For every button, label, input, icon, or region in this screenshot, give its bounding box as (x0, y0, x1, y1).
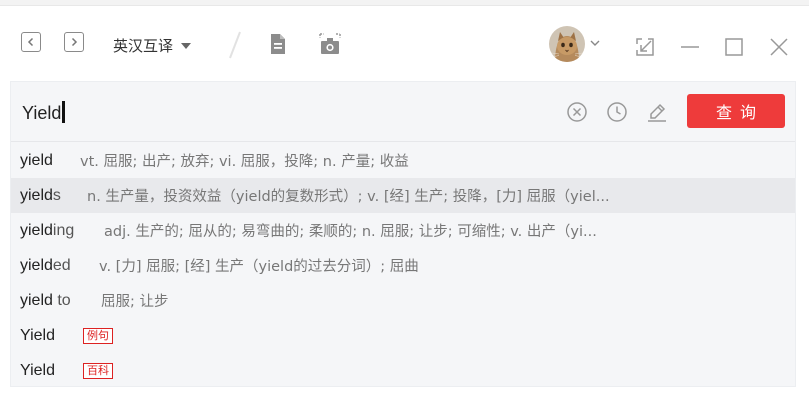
chevron-left-icon (27, 37, 34, 47)
clear-icon[interactable] (565, 100, 589, 124)
suggestion-item[interactable]: yield vt. 屈服; 出产; 放弃; vi. 屈服，投降; n. 产量; … (11, 143, 795, 178)
suggestion-word: yield (20, 186, 53, 204)
suggestion-item[interactable]: yielding adj. 生产的; 屈从的; 易弯曲的; 柔顺的; n. 屈服… (11, 213, 795, 248)
clock-icon[interactable] (605, 100, 629, 124)
camera-icon[interactable] (318, 32, 342, 56)
suggestion-definition: n. 生产量，投资效益（yield的复数形式）; v. [经] 生产; 投降，[… (87, 189, 610, 205)
divider-slash (229, 31, 241, 59)
chevron-down-icon[interactable] (589, 39, 601, 47)
suggestion-word: yield (20, 151, 53, 169)
title-bar: 英汉互译 (0, 6, 809, 76)
maximize-icon[interactable] (723, 36, 745, 58)
example-sentences-tag: 例句 (83, 328, 113, 344)
text-cursor (62, 101, 65, 123)
shrink-icon[interactable] (634, 36, 656, 58)
search-panel: Yield 查询 yield vt. 屈服; 出产; 放弃; vi. 屈服，投降… (10, 81, 796, 387)
suggestion-word: yield (20, 221, 53, 239)
suggestion-item[interactable]: yields n. 生产量，投资效益（yield的复数形式）; v. [经] 生… (11, 178, 795, 213)
minimize-icon[interactable] (679, 36, 701, 58)
suggestion-definition: vt. 屈服; 出产; 放弃; vi. 屈服，投降; n. 产量; 收益 (80, 154, 409, 170)
search-row: Yield 查询 (11, 82, 795, 142)
search-query-text: Yield (22, 103, 62, 123)
encyclopedia-tag: 百科 (83, 363, 113, 379)
mode-label: 英汉互译 (113, 38, 174, 55)
search-input[interactable]: Yield (22, 101, 65, 124)
suggestion-item[interactable]: Yield 百科 (11, 353, 795, 388)
suggestion-word: Yield (20, 361, 55, 379)
suggestion-definition: v. [力] 屈服; [经] 生产（yield的过去分词）; 屈曲 (99, 259, 419, 275)
caret-down-icon (181, 42, 192, 49)
suggestion-word: yield (20, 256, 53, 274)
back-button[interactable] (21, 32, 41, 52)
suggestion-definition: adj. 生产的; 屈从的; 易弯曲的; 柔顺的; n. 屈服; 让步; 可缩性… (104, 224, 597, 240)
suggestion-item[interactable]: yield to 屈服; 让步 (11, 283, 795, 318)
translation-mode-dropdown[interactable]: 英汉互译 (113, 35, 192, 56)
close-icon[interactable] (768, 36, 790, 58)
pen-icon[interactable] (645, 100, 669, 124)
document-icon[interactable] (266, 32, 290, 56)
query-button[interactable]: 查询 (687, 94, 785, 128)
suggestion-item[interactable]: Yield 例句 (11, 318, 795, 353)
forward-button[interactable] (64, 32, 84, 52)
suggestion-definition: 屈服; 让步 (101, 294, 169, 310)
user-avatar[interactable] (549, 26, 585, 62)
suggestion-word: yield (20, 291, 53, 309)
chevron-right-icon (71, 37, 78, 47)
suggestion-item[interactable]: yielded v. [力] 屈服; [经] 生产（yield的过去分词）; 屈… (11, 248, 795, 283)
suggestion-word: Yield (20, 326, 55, 344)
